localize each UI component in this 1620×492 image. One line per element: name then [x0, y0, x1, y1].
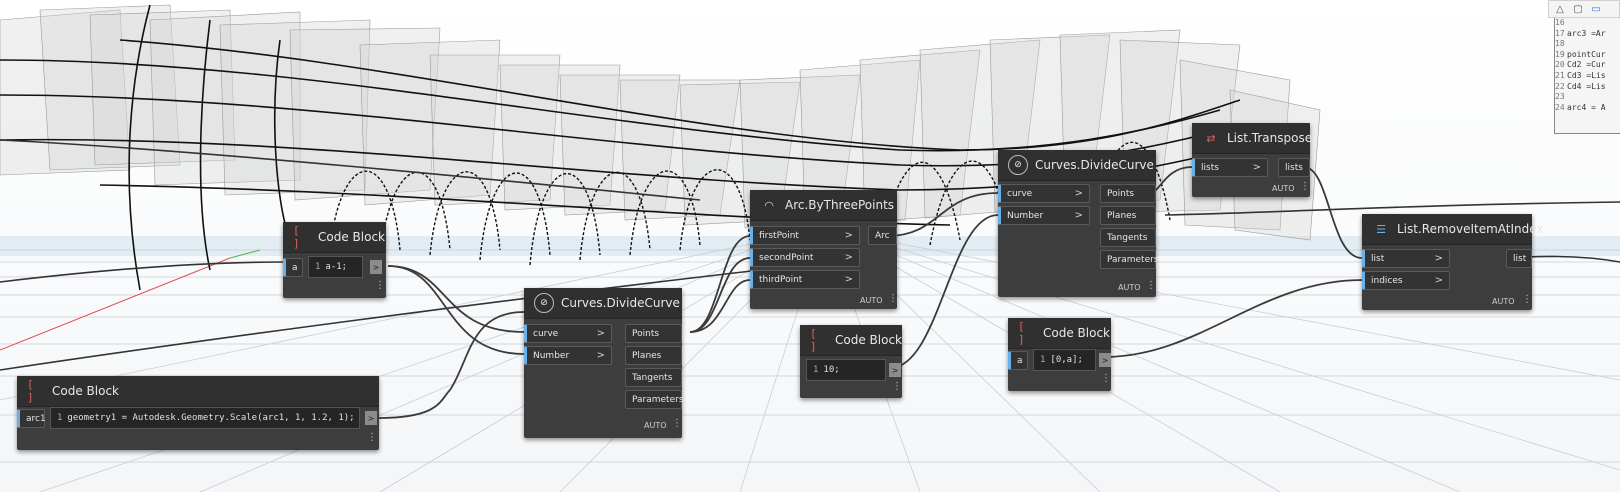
input-port-secondpoint[interactable]: secondPoint >	[750, 248, 860, 267]
node-title: Code Block	[835, 333, 902, 347]
toggle-icon[interactable]: ▭	[1590, 3, 1602, 15]
input-port-curve[interactable]: curve >	[998, 184, 1090, 203]
node-header[interactable]: ☰ List.RemoveItemAtIndex	[1362, 214, 1544, 245]
editor-line: 21 Cd3 =Lis	[1555, 70, 1606, 80]
list-remove-icon: ☰	[1376, 222, 1386, 236]
arc-by-three-points-node[interactable]: ◠ Arc.ByThreePoints firstPoint > secondPo…	[750, 190, 898, 309]
output-port-list[interactable]: list	[1506, 249, 1532, 268]
output-port-parameters[interactable]: Parameters	[625, 390, 684, 409]
node-title: Code Block	[1043, 326, 1110, 340]
node-menu-icon[interactable]: ⋮	[1101, 373, 1111, 384]
node-menu-icon[interactable]: ⋮	[672, 418, 682, 429]
node-menu-icon[interactable]: ⋮	[892, 381, 902, 392]
list-remove-item-at-index-node[interactable]: ☰ List.RemoveItemAtIndex list > indices > …	[1362, 214, 1544, 310]
arc-icon: ◠	[764, 198, 774, 212]
code-block-icon: [ ]	[293, 224, 300, 250]
editor-line: 23	[1555, 92, 1565, 102]
cube-view-icon[interactable]: ▢	[1572, 3, 1584, 15]
editor-line: 18	[1555, 39, 1565, 49]
input-port-number[interactable]: Number >	[998, 206, 1090, 225]
output-port-points[interactable]: Points	[625, 324, 682, 343]
node-header[interactable]: ⊘ Curves.DivideCurve	[524, 288, 682, 319]
lacing-auto-label[interactable]: AUTO	[1118, 283, 1141, 292]
view-toolbar: △ ▢ ▭	[1548, 0, 1620, 18]
node-menu-icon[interactable]: ⋮	[888, 293, 898, 304]
input-port-thirdpoint[interactable]: thirdPoint >	[750, 270, 860, 289]
editor-line: 17 arc3 =Ar	[1555, 28, 1606, 38]
node-menu-icon[interactable]: ⋮	[1522, 294, 1532, 305]
output-port-planes[interactable]: Planes	[1100, 206, 1156, 225]
code-block-icon: [ ]	[1018, 320, 1025, 346]
editor-line: 19 pointCur	[1555, 49, 1606, 59]
divide-curve-node[interactable]: ⊘ Curves.DivideCurve curve > Number > Poin…	[998, 150, 1159, 297]
code-input[interactable]: 1 geometry1 = Autodesk.Geometry.Scale(arc…	[50, 407, 360, 429]
output-port-lists[interactable]: lists	[1278, 158, 1310, 177]
node-title: Code Block	[52, 384, 119, 398]
list-transpose-icon: ⇄	[1206, 131, 1216, 145]
output-port-tangents[interactable]: Tangents	[1100, 228, 1156, 247]
input-port-number[interactable]: Number >	[524, 346, 612, 365]
lacing-auto-label[interactable]: AUTO	[1272, 184, 1295, 193]
node-header[interactable]: ⊘ Curves.DivideCurve	[998, 150, 1156, 181]
code-block-node[interactable]: [ ] Code Block arc1 1 geometry1 = Autodes…	[17, 376, 379, 450]
code-editor-panel[interactable]: 16 17 arc3 =Ar 18 19 pointCur 20 Cd2 =Cur 2…	[1554, 18, 1620, 134]
code-block-icon: [ ]	[810, 327, 817, 353]
code-block-node[interactable]: [ ] Code Block a 1 [0,a]; > ⋮	[1008, 318, 1111, 391]
output-port-tangents[interactable]: Tangents	[625, 368, 682, 387]
divide-curve-node[interactable]: ⊘ Curves.DivideCurve curve > Number > Poin…	[524, 288, 684, 438]
node-title: List.RemoveItemAtIndex	[1397, 222, 1544, 236]
editor-line: 16	[1555, 18, 1565, 27]
output-port[interactable]: >	[889, 363, 901, 377]
input-port-firstpoint[interactable]: firstPoint >	[750, 226, 860, 245]
divide-curve-icon: ⊘	[1008, 155, 1028, 175]
node-menu-icon[interactable]: ⋮	[1146, 280, 1156, 291]
node-title: Curves.DivideCurve	[561, 296, 680, 310]
node-header[interactable]: ⇄ List.Transpose	[1192, 123, 1313, 154]
node-header[interactable]: ◠ Arc.ByThreePoints	[750, 190, 897, 221]
node-title: Arc.ByThreePoints	[785, 198, 895, 212]
geometry-view-icon[interactable]: △	[1554, 3, 1566, 15]
code-block-node[interactable]: [ ] Code Block a 1 a-1; > ⋮	[283, 222, 386, 298]
input-port-arc1[interactable]: arc1	[17, 409, 46, 428]
output-port-planes[interactable]: Planes	[625, 346, 682, 365]
node-title: Code Block	[318, 230, 385, 244]
input-port-lists[interactable]: lists >	[1192, 158, 1268, 177]
node-header[interactable]: [ ] Code Block	[17, 376, 379, 407]
output-port[interactable]: >	[1099, 353, 1111, 367]
node-menu-icon[interactable]: ⋮	[1300, 181, 1310, 192]
input-port-curve[interactable]: curve >	[524, 324, 612, 343]
editor-line: 22 Cd4 =Lis	[1555, 81, 1606, 91]
node-header[interactable]: [ ] Code Block	[1008, 318, 1111, 349]
output-port-points[interactable]: Points	[1100, 184, 1156, 203]
lacing-auto-label[interactable]: AUTO	[860, 296, 883, 305]
node-header[interactable]: [ ] Code Block	[800, 325, 902, 356]
code-block-node[interactable]: [ ] Code Block 1 10; > ⋮	[800, 325, 902, 398]
code-input[interactable]: 1 [0,a];	[1033, 349, 1096, 371]
editor-line: 24 arc4 = A	[1555, 102, 1606, 112]
output-port-parameters[interactable]: Parameters	[1100, 250, 1159, 269]
lacing-auto-label[interactable]: AUTO	[1492, 297, 1515, 306]
output-port-arc[interactable]: Arc	[868, 226, 897, 245]
input-port-a[interactable]: a	[1008, 351, 1028, 370]
divide-curve-icon: ⊘	[534, 293, 554, 313]
code-input[interactable]: 1 a-1;	[308, 256, 363, 278]
node-title: List.Transpose	[1227, 131, 1313, 145]
output-port[interactable]: >	[370, 260, 382, 274]
code-block-icon: [ ]	[27, 378, 34, 404]
editor-line: 20 Cd2 =Cur	[1555, 60, 1606, 70]
node-menu-icon[interactable]: ⋮	[367, 432, 377, 443]
node-header[interactable]: [ ] Code Block	[283, 222, 386, 253]
input-port-indices[interactable]: indices >	[1362, 271, 1450, 290]
lacing-auto-label[interactable]: AUTO	[644, 421, 667, 430]
code-input[interactable]: 1 10;	[806, 359, 886, 381]
input-port-a[interactable]: a	[283, 258, 303, 277]
input-port-list[interactable]: list >	[1362, 249, 1450, 268]
node-title: Curves.DivideCurve	[1035, 158, 1154, 172]
node-menu-icon[interactable]: ⋮	[375, 280, 385, 291]
list-transpose-node[interactable]: ⇄ List.Transpose lists > lists AUTO ⋮	[1192, 123, 1313, 197]
output-port[interactable]: >	[365, 411, 377, 425]
